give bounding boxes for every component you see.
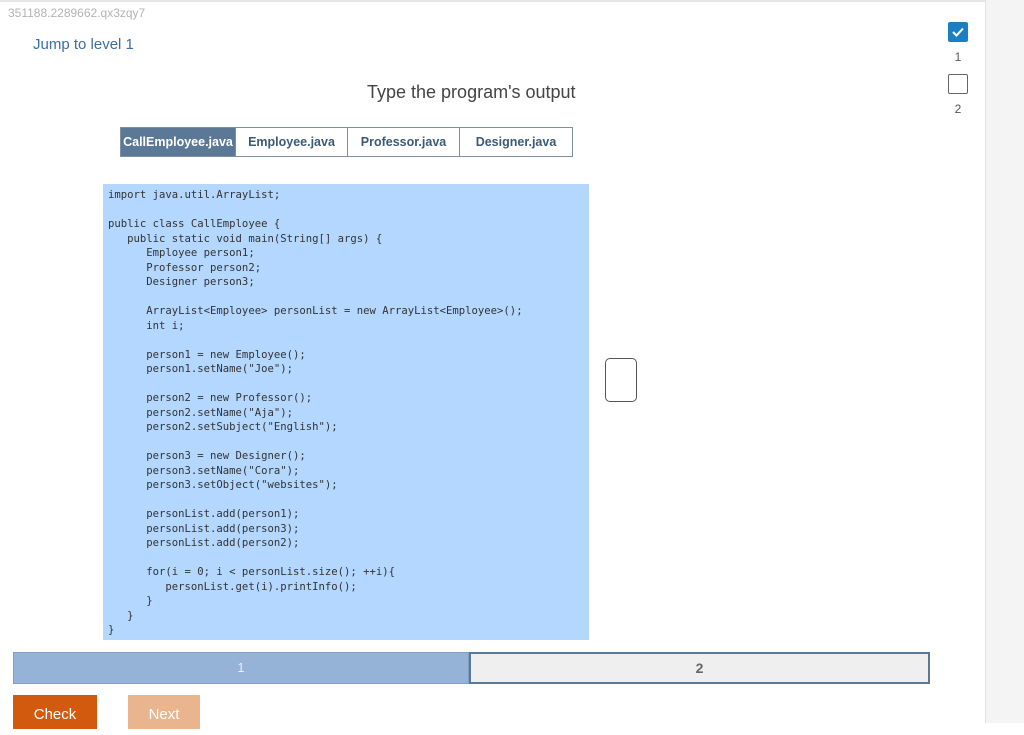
- check-button[interactable]: Check: [13, 695, 97, 729]
- code-panel: import java.util.ArrayList; public class…: [103, 184, 589, 640]
- tab-employee[interactable]: Employee.java: [236, 128, 348, 156]
- checkmark-icon: [952, 27, 964, 37]
- level-progress-bar: 1 2: [13, 652, 930, 684]
- tab-professor[interactable]: Professor.java: [348, 128, 460, 156]
- next-button[interactable]: Next: [128, 695, 200, 729]
- file-tabs: CallEmployee.java Employee.java Professo…: [120, 127, 573, 157]
- prompt-title: Type the program's output: [367, 82, 576, 102]
- progress-segment-2[interactable]: 2: [469, 652, 930, 684]
- level-2-checkbox[interactable]: [948, 74, 968, 94]
- activity-id: 351188.2289662.qx3zqy7: [8, 6, 146, 20]
- level-1-number: 1: [954, 50, 962, 64]
- level-2-number: 2: [954, 102, 962, 116]
- output-answer-input[interactable]: [605, 358, 637, 402]
- code-text: import java.util.ArrayList; public class…: [108, 189, 523, 636]
- jump-to-level-link[interactable]: Jump to level 1: [33, 36, 134, 53]
- right-scroll-area: [985, 0, 1024, 723]
- top-divider: [0, 0, 985, 2]
- tab-designer[interactable]: Designer.java: [460, 128, 572, 156]
- progress-segment-1[interactable]: 1: [13, 652, 469, 684]
- level-1-checkbox[interactable]: [948, 22, 968, 42]
- tab-callemployee[interactable]: CallEmployee.java: [121, 128, 236, 156]
